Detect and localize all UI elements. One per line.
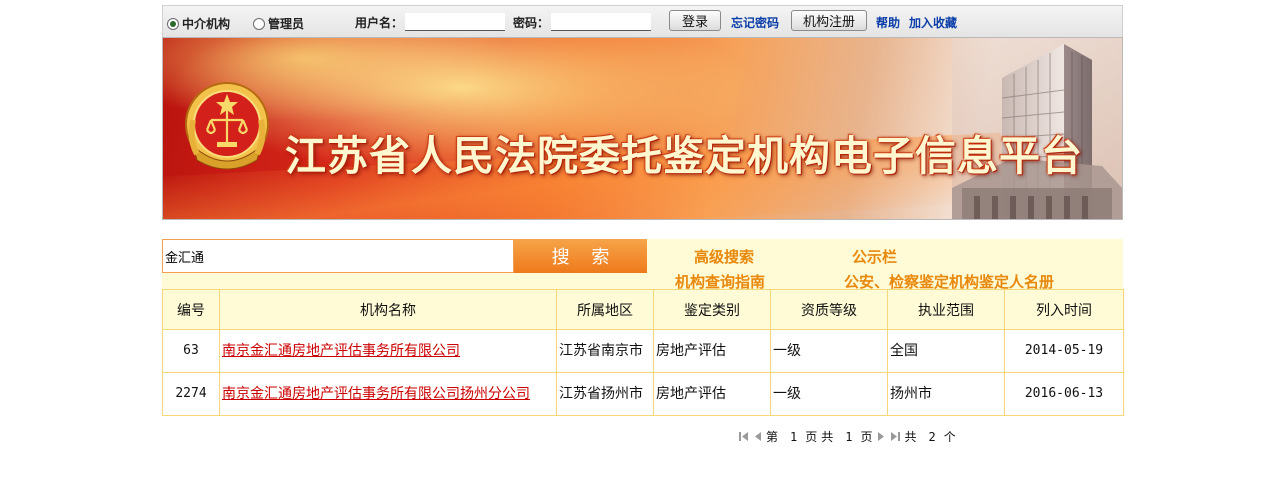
password-label: 密码： (513, 15, 550, 30)
last-page-icon[interactable] (890, 431, 901, 442)
total-count-prefix: 共 (904, 430, 917, 444)
table-header-row: 编号 机构名称 所属地区 鉴定类别 资质等级 执业范围 列入时间 (162, 289, 1124, 330)
header-banner: 江苏省人民法院委托鉴定机构电子信息平台 (162, 37, 1123, 220)
total-pages-prefix: 共 (821, 430, 834, 444)
password-group: 密码： (513, 13, 652, 31)
role-option-admin-label: 管理员 (268, 17, 305, 31)
court-emblem-icon (185, 82, 269, 170)
notice-board-link[interactable]: 公示栏 (852, 246, 897, 267)
add-favorite-link[interactable]: 加入收藏 (909, 14, 957, 31)
cell-level: 一级 (770, 372, 888, 416)
search-area: 搜 索 高级搜索 公示栏 机构查询指南 公安、检察鉴定机构鉴定人名册 (162, 239, 1123, 291)
forgot-password-link[interactable]: 忘记密码 (731, 14, 779, 31)
site-title: 江苏省人民法院委托鉴定机构电子信息平台 (285, 132, 1083, 180)
radio-agency[interactable] (167, 17, 179, 30)
help-link[interactable]: 帮助 (876, 14, 900, 31)
login-button[interactable]: 登录 (669, 10, 721, 31)
register-button[interactable]: 机构注册 (791, 10, 867, 31)
cell-name: 南京金汇通房地产评估事务所有限公司扬州分公司 (219, 372, 557, 416)
pagination: 第 1 页 共 1 页 共 2 个 (738, 428, 960, 445)
page-suffix: 页 (805, 430, 818, 444)
cell-scope: 扬州市 (887, 372, 1005, 416)
page-prefix: 第 (766, 430, 779, 444)
search-button[interactable]: 搜 索 (514, 239, 647, 273)
col-header-date: 列入时间 (1004, 289, 1124, 330)
institution-link[interactable]: 南京金汇通房地产评估事务所有限公司 (222, 343, 460, 359)
table-row: 2274 南京金汇通房地产评估事务所有限公司扬州分公司 江苏省扬州市 房地产评估… (162, 372, 1124, 416)
cell-date: 2014-05-19 (1004, 329, 1124, 373)
password-input[interactable] (551, 13, 652, 31)
next-page-icon[interactable] (877, 431, 886, 442)
search-input[interactable] (162, 239, 514, 273)
radio-admin[interactable] (253, 17, 265, 30)
advanced-search-link[interactable]: 高级搜索 (694, 246, 754, 267)
cell-category: 房地产评估 (653, 329, 771, 373)
results-table: 编号 机构名称 所属地区 鉴定类别 资质等级 执业范围 列入时间 63 南京金汇… (162, 289, 1124, 416)
total-pages-suffix: 页 (860, 430, 873, 444)
cell-region: 江苏省南京市 (556, 329, 654, 373)
col-header-id: 编号 (162, 289, 220, 330)
prev-page-icon[interactable] (753, 431, 762, 442)
cell-category: 房地产评估 (653, 372, 771, 416)
role-option-agency[interactable]: 中介机构 (167, 15, 230, 32)
col-header-scope: 执业范围 (887, 289, 1005, 330)
col-header-category: 鉴定类别 (653, 289, 771, 330)
cell-date: 2016-06-13 (1004, 372, 1124, 416)
col-header-region: 所属地区 (556, 289, 654, 330)
role-option-agency-label: 中介机构 (182, 17, 231, 31)
col-header-level: 资质等级 (770, 289, 888, 330)
cell-region: 江苏省扬州市 (556, 372, 654, 416)
table-row: 63 南京金汇通房地产评估事务所有限公司 江苏省南京市 房地产评估 一级 全国 … (162, 329, 1124, 373)
cell-level: 一级 (770, 329, 888, 373)
current-page: 1 (790, 429, 798, 444)
username-input[interactable] (405, 13, 506, 31)
total-pages: 1 (845, 429, 853, 444)
cell-id: 63 (162, 329, 220, 373)
username-label: 用户名： (355, 15, 404, 30)
cell-id: 2274 (162, 372, 220, 416)
institution-link[interactable]: 南京金汇通房地产评估事务所有限公司扬州分公司 (222, 386, 530, 402)
first-page-icon[interactable] (738, 431, 749, 442)
total-count: 2 (928, 429, 936, 444)
total-count-suffix: 个 (943, 430, 956, 444)
cell-scope: 全国 (887, 329, 1005, 373)
login-bar: 中介机构 管理员 用户名： 密码： 登录 忘记密码 机构注册 帮助 加入收藏 (162, 5, 1123, 37)
cell-name: 南京金汇通房地产评估事务所有限公司 (219, 329, 557, 373)
role-option-admin[interactable]: 管理员 (253, 15, 304, 32)
username-group: 用户名： (355, 13, 506, 31)
col-header-name: 机构名称 (219, 289, 557, 330)
